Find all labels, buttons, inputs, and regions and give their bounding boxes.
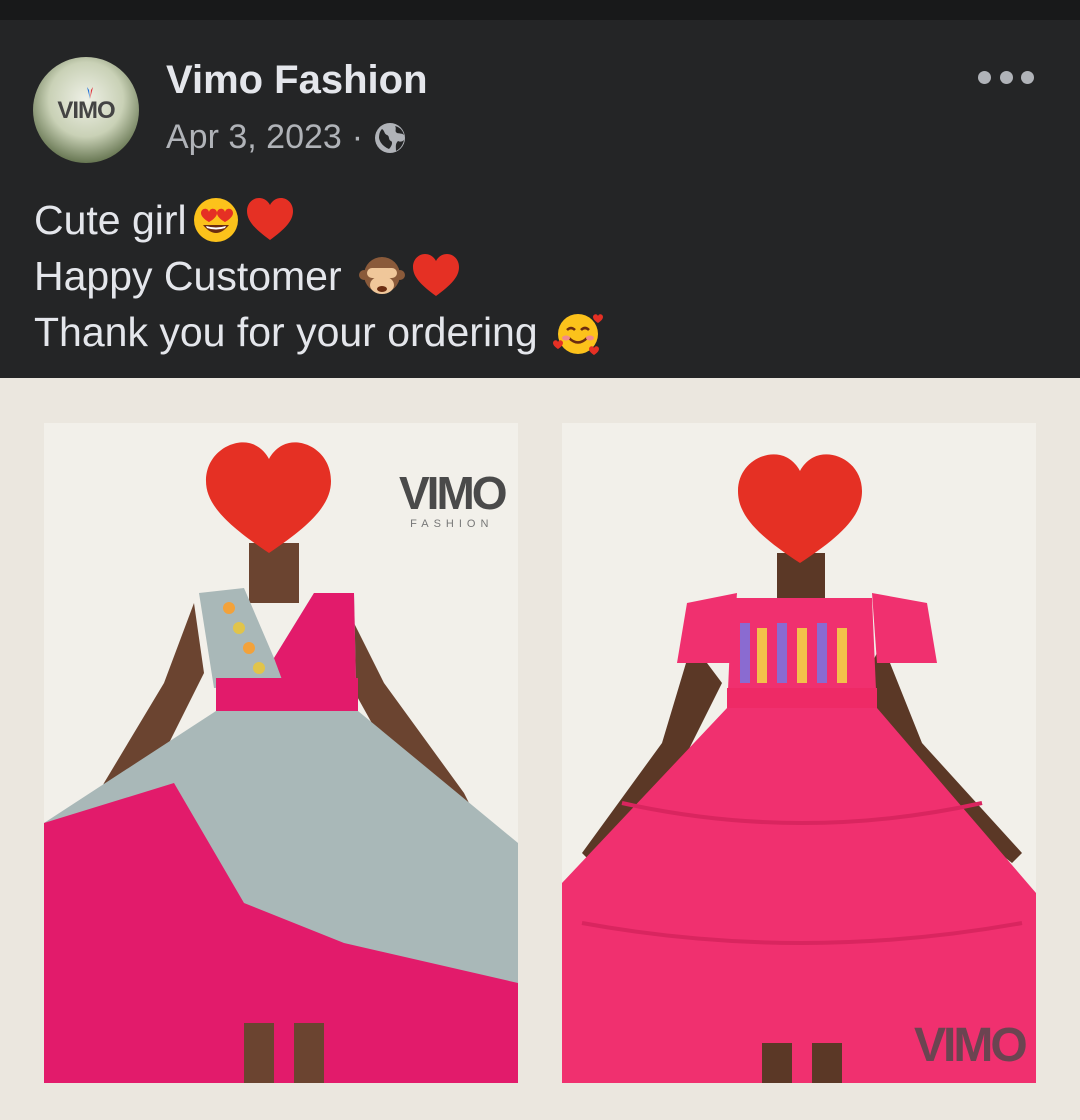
caption-line: Thank you for your ordering <box>34 304 604 360</box>
more-dot <box>999 70 1013 84</box>
status-bar <box>0 0 1080 20</box>
post-header: VIMO Vimo Fashion Apr 3, 2023 · Cute gir… <box>0 20 1080 378</box>
girl-pink-dress-illustration <box>562 423 1036 1083</box>
post-caption: Cute girl Happy Customer Thank you for y… <box>34 192 604 360</box>
post-image-area[interactable]: VIMO FASHION VIMO <box>0 378 1080 1120</box>
watermark-logo: VIMO FASHION <box>399 467 508 530</box>
caption-text: Cute girl <box>34 197 187 243</box>
watermark-subtext: FASHION <box>410 518 494 530</box>
post-date[interactable]: Apr 3, 2023 <box>166 118 342 157</box>
caption-line: Cute girl <box>34 192 603 248</box>
watermark-text: VIMO <box>914 1019 1028 1072</box>
photo-right[interactable]: VIMO <box>562 423 1036 1083</box>
author-name[interactable]: Vimo Fashion <box>166 58 428 103</box>
caption-line: Happy Customer <box>34 248 603 304</box>
more-options-button[interactable] <box>978 65 1034 89</box>
avatar-logo-text: VIMO <box>57 97 115 124</box>
watermark-text: VIMO <box>399 467 508 519</box>
red-heart-emoji-icon <box>413 254 460 296</box>
more-dot <box>1021 70 1034 84</box>
caption-text: Thank you for your ordering <box>34 309 550 355</box>
avatar[interactable]: VIMO <box>33 57 139 163</box>
meta-separator: · <box>351 118 364 156</box>
photo-left[interactable]: VIMO FASHION <box>44 423 518 1083</box>
heart-eyes-emoji-icon <box>193 198 238 242</box>
globe-icon[interactable] <box>373 121 407 155</box>
see-no-evil-monkey-emoji-icon <box>359 257 406 294</box>
smiling-face-with-hearts-emoji-icon <box>553 314 604 355</box>
more-options-icon <box>978 70 991 84</box>
post-meta: Apr 3, 2023 · <box>166 118 407 157</box>
caption-text: Happy Customer <box>34 253 354 299</box>
red-heart-emoji-icon <box>246 198 293 240</box>
